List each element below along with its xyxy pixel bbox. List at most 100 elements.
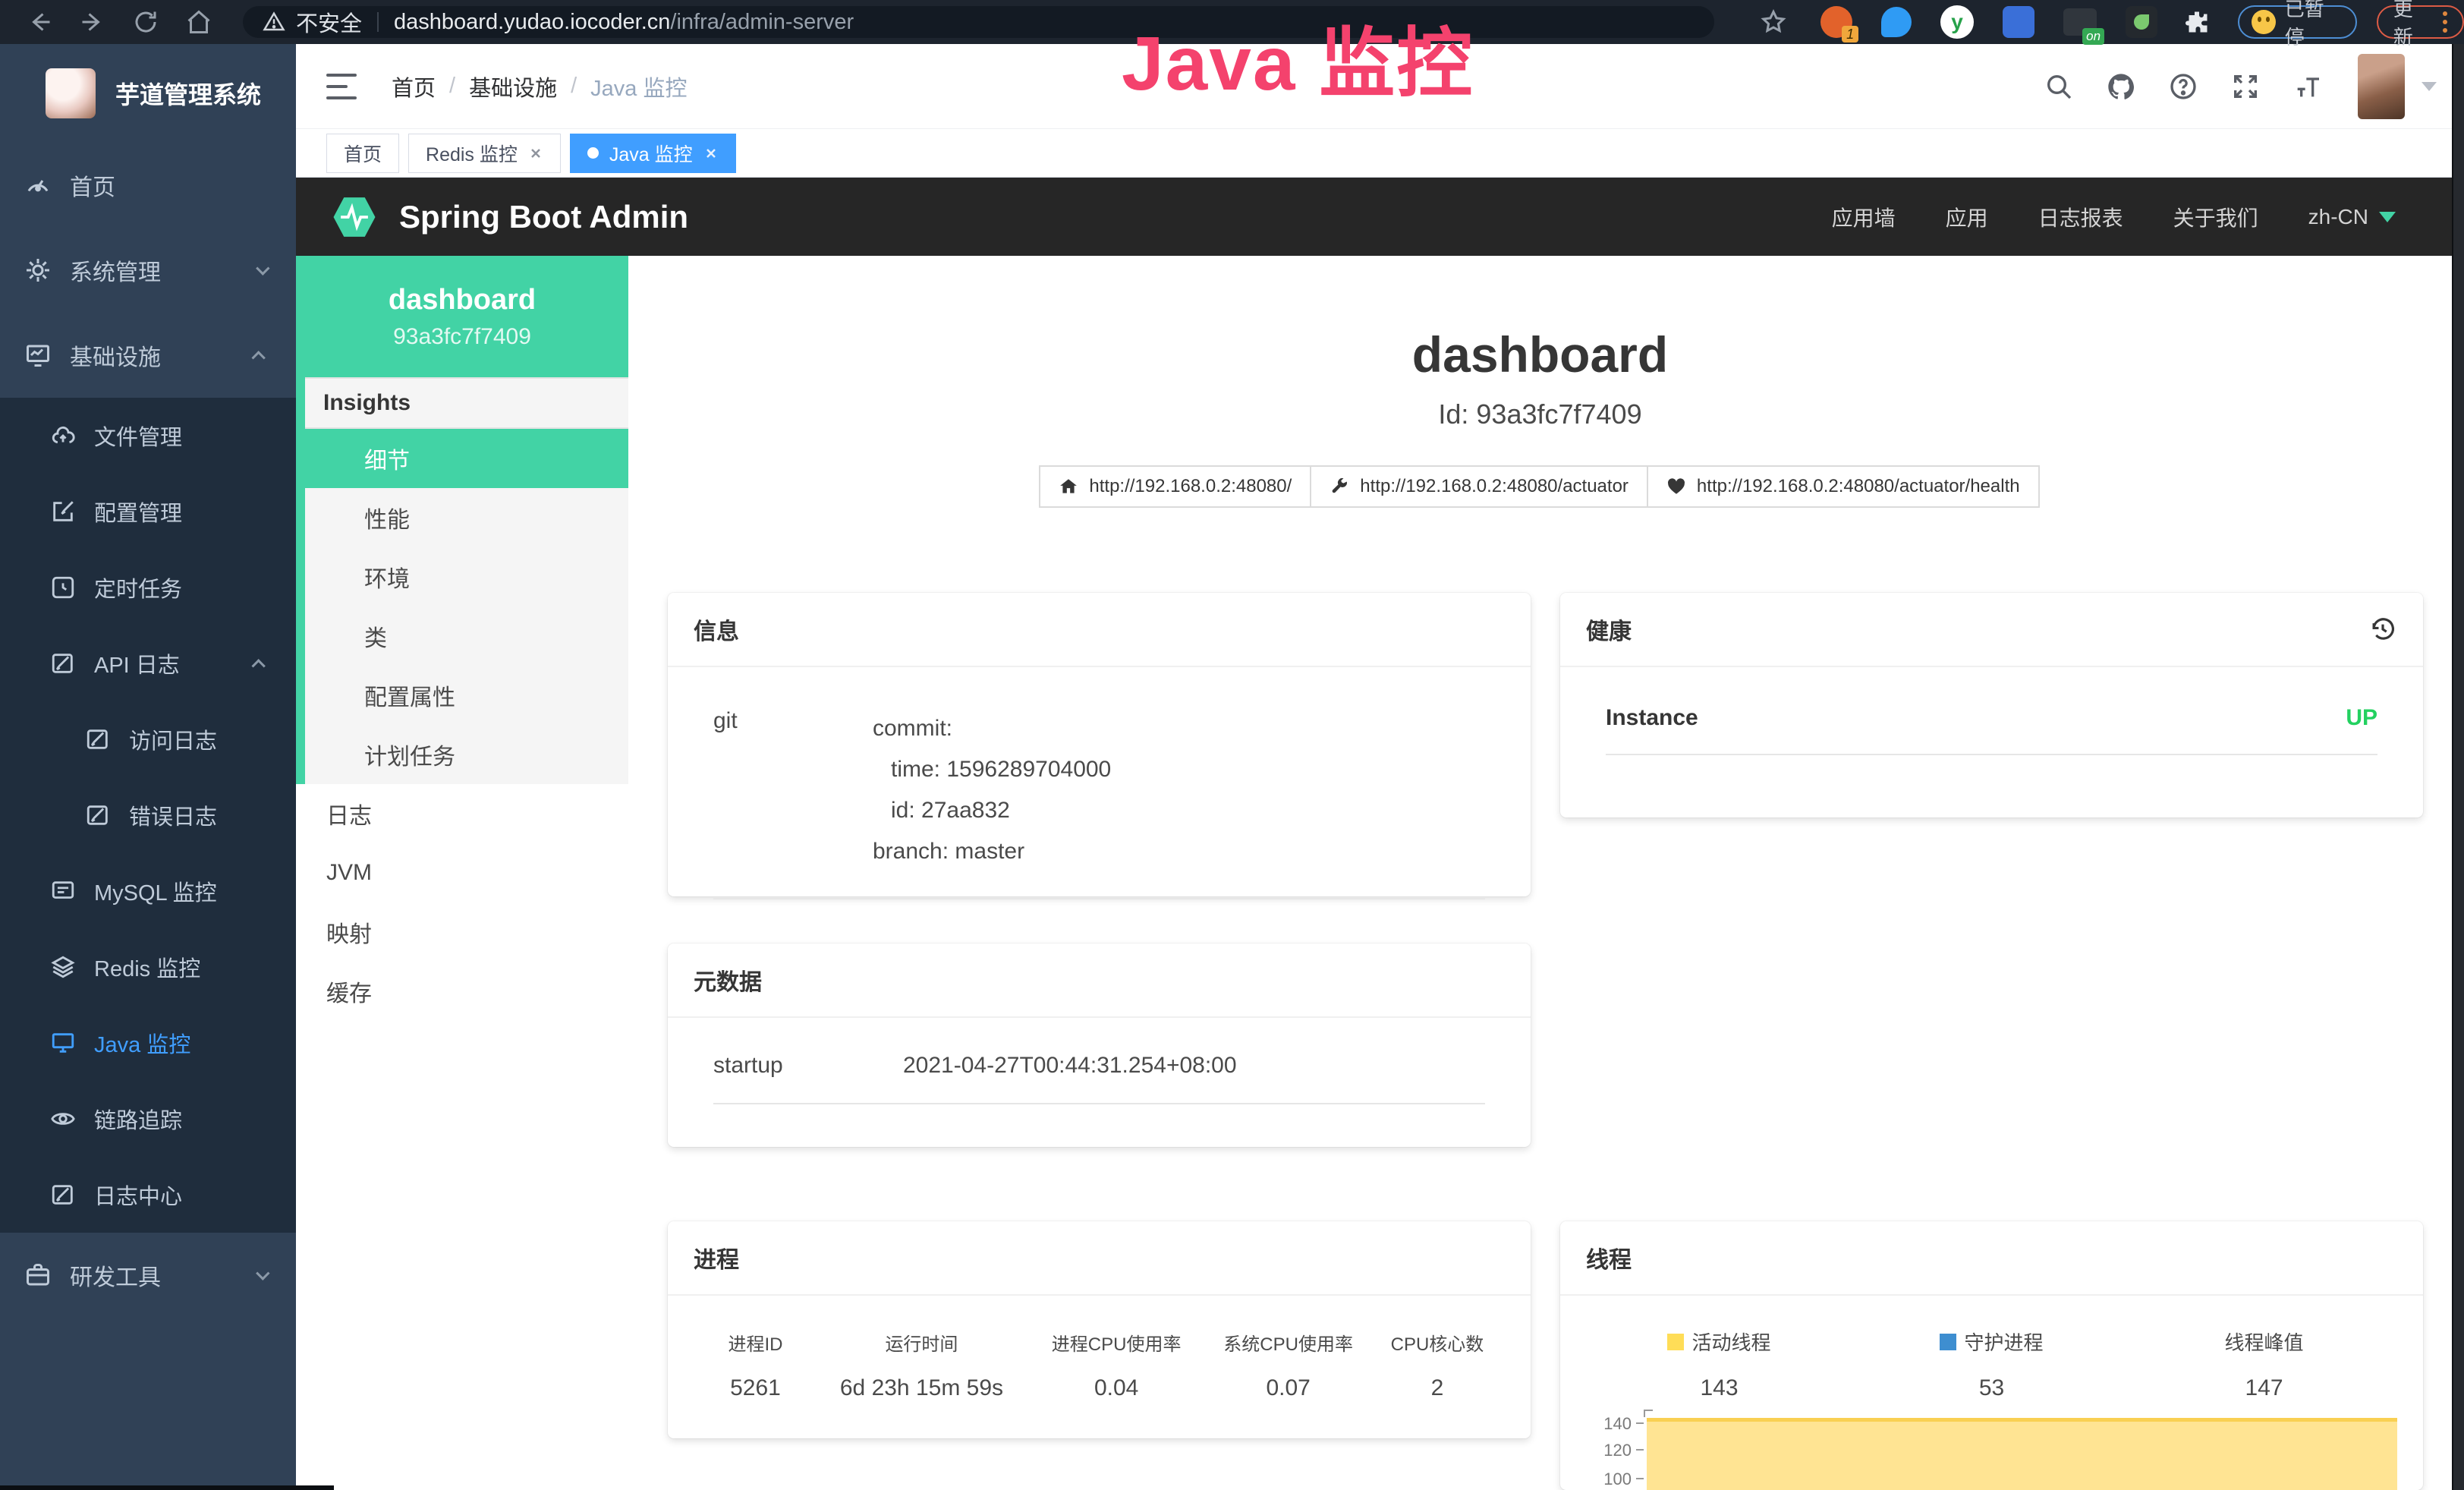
locale-select[interactable]: zh-CN	[2308, 205, 2396, 229]
extension-icon-tampermonkey[interactable]: on	[2063, 8, 2097, 36]
sba-item-mappings[interactable]: 映射	[296, 903, 628, 962]
sba-item-configprops[interactable]: 配置属性	[296, 666, 628, 725]
update-label: 更新	[2393, 0, 2432, 50]
sba-nav-journal[interactable]: 日志报表	[2038, 202, 2123, 232]
sba-main: dashboard Id: 93a3fc7f7409 http://192.16…	[628, 256, 2452, 1490]
extension-icon-y[interactable]: y	[1940, 5, 1974, 39]
heart-icon	[1666, 477, 1686, 496]
bookmark-star-icon[interactable]	[1760, 8, 1787, 36]
extension-on-badge: on	[2082, 28, 2104, 45]
url-host[interactable]: dashboard.yudao.iocoder.cn	[394, 10, 670, 35]
annotation-text: Java 监控	[1122, 2, 1474, 112]
process-card: 进程 进程ID 运行时间 进程CPU使用率 系统CPU使用率 CPU核心数 52…	[668, 1221, 1531, 1438]
service-url-button[interactable]: http://192.168.0.2:48080/	[1039, 465, 1311, 508]
sba-nav-wallboard[interactable]: 应用墙	[1832, 202, 1896, 232]
chevron-up-icon	[251, 351, 265, 364]
info-card: 信息 git commit: time: 1596289704000 id: 2…	[668, 593, 1531, 896]
sidebar-item-file[interactable]: 文件管理	[0, 398, 296, 474]
url-path[interactable]: /infra/admin-server	[670, 10, 854, 35]
close-icon[interactable]	[703, 146, 719, 161]
profile-paused-pill[interactable]: 已暂停	[2238, 5, 2357, 39]
sba-item-caches[interactable]: 缓存	[296, 962, 628, 1021]
user-avatar[interactable]	[2358, 54, 2405, 119]
browser-scrollbar[interactable]	[2452, 44, 2464, 1490]
sba-item-logfile[interactable]: 日志	[296, 784, 628, 843]
sidebar-item-system[interactable]: 系统管理	[0, 228, 296, 313]
sidebar-item-error-log[interactable]: 错误日志	[0, 777, 296, 853]
gear-icon	[24, 257, 52, 284]
sidebar-item-redis[interactable]: Redis 监控	[0, 929, 296, 1005]
sba-item-classes[interactable]: 类	[296, 606, 628, 666]
help-icon[interactable]	[2168, 71, 2198, 102]
reload-icon[interactable]	[132, 8, 159, 36]
sba-item-details[interactable]: 细节	[296, 429, 628, 488]
sidebar-section-insights[interactable]: Insights	[296, 377, 628, 429]
browser-menu-icon[interactable]	[2443, 11, 2447, 33]
extension-icon-leaf[interactable]	[2126, 6, 2157, 38]
edit-square-icon	[50, 499, 76, 524]
infra-submenu: 文件管理 配置管理 定时任务 API 日志 访问日志 错误日志	[0, 398, 296, 1233]
wrench-icon	[1330, 477, 1349, 496]
address-bar[interactable]: 不安全 dashboard.yudao.iocoder.cn /infra/ad…	[243, 6, 1714, 38]
sidebar-item-job[interactable]: 定时任务	[0, 550, 296, 625]
dashboard-gauge-icon	[24, 172, 52, 199]
caret-down-icon	[2379, 212, 2396, 222]
sidebar-item-access-log[interactable]: 访问日志	[0, 701, 296, 777]
github-icon[interactable]	[2106, 71, 2136, 102]
history-icon[interactable]	[2368, 615, 2397, 644]
monitor-icon	[50, 1030, 76, 1056]
info-git-row: git commit: time: 1596289704000 id: 27aa…	[713, 667, 1485, 899]
back-icon[interactable]	[26, 8, 53, 36]
process-card-title: 进程	[668, 1221, 1531, 1296]
extension-icon-orange[interactable]: 1	[1820, 6, 1852, 38]
sba-item-metrics[interactable]: 性能	[296, 488, 628, 547]
sba-brand-title[interactable]: Spring Boot Admin	[399, 199, 688, 235]
brand-row[interactable]: 芋道管理系统	[0, 44, 296, 143]
sidebar-item-api-log[interactable]: API 日志	[0, 625, 296, 701]
font-size-icon[interactable]	[2292, 71, 2323, 102]
edit-square-icon	[50, 1182, 76, 1208]
fullscreen-icon[interactable]	[2230, 71, 2261, 102]
sidebar-item-home[interactable]: 首页	[0, 143, 296, 228]
eye-icon	[50, 1106, 76, 1132]
close-icon[interactable]	[528, 146, 543, 161]
not-secure-label[interactable]: 不安全	[296, 6, 362, 38]
extension-icon-grid[interactable]	[2003, 6, 2034, 38]
sidebar-item-log-center[interactable]: 日志中心	[0, 1157, 296, 1233]
sidebar-item-java[interactable]: Java 监控	[0, 1005, 296, 1081]
monitor-chart-icon	[24, 342, 52, 369]
live-threads-area	[1647, 1418, 2397, 1490]
sba-item-jvm[interactable]: JVM	[296, 843, 628, 903]
extensions-puzzle-icon[interactable]	[2183, 8, 2211, 36]
avatar-caret-icon[interactable]	[2422, 82, 2437, 91]
home-nav-icon[interactable]	[185, 8, 212, 36]
tab-redis[interactable]: Redis 监控	[408, 134, 561, 173]
sidebar-item-trace[interactable]: 链路追踪	[0, 1081, 296, 1157]
sidebar-item-mysql[interactable]: MySQL 监控	[0, 853, 296, 929]
sba-app-header[interactable]: dashboard 93a3fc7f7409	[296, 256, 628, 377]
chrome-update-button[interactable]: 更新	[2377, 5, 2464, 39]
tab-java[interactable]: Java 监控	[570, 134, 736, 173]
extension-icon-pin[interactable]	[1881, 7, 1912, 37]
sidebar-item-config[interactable]: 配置管理	[0, 474, 296, 550]
sidebar-item-infra[interactable]: 基础设施	[0, 313, 296, 398]
search-icon[interactable]	[2044, 71, 2074, 102]
breadcrumb-home[interactable]: 首页	[392, 71, 436, 102]
sidebar-item-devtools[interactable]: 研发工具	[0, 1233, 296, 1318]
chevron-down-icon	[256, 1266, 269, 1280]
sba-item-scheduledtasks[interactable]: 计划任务	[296, 725, 628, 784]
tab-home[interactable]: 首页	[326, 134, 399, 173]
sba-nav-applications[interactable]: 应用	[1946, 202, 1988, 232]
sba-item-environment[interactable]: 环境	[296, 547, 628, 606]
breadcrumb-infra[interactable]: 基础设施	[469, 71, 557, 102]
sba-nav: 应用墙 应用 日志报表 关于我们 zh-CN	[1782, 202, 2396, 232]
metadata-card-title: 元数据	[668, 943, 1531, 1018]
forward-icon[interactable]	[79, 8, 106, 36]
chevron-down-icon	[256, 261, 269, 275]
health-url-button[interactable]: http://192.168.0.2:48080/actuator/health	[1647, 465, 2040, 508]
spring-boot-admin-logo	[329, 192, 379, 242]
actuator-url-button[interactable]: http://192.168.0.2:48080/actuator	[1310, 465, 1648, 508]
collapse-sidebar-icon[interactable]	[326, 74, 357, 99]
sba-nav-about[interactable]: 关于我们	[2173, 202, 2258, 232]
threads-legend: 活动线程 守护进程 线程峰值 143 53 147	[1583, 1296, 2400, 1401]
